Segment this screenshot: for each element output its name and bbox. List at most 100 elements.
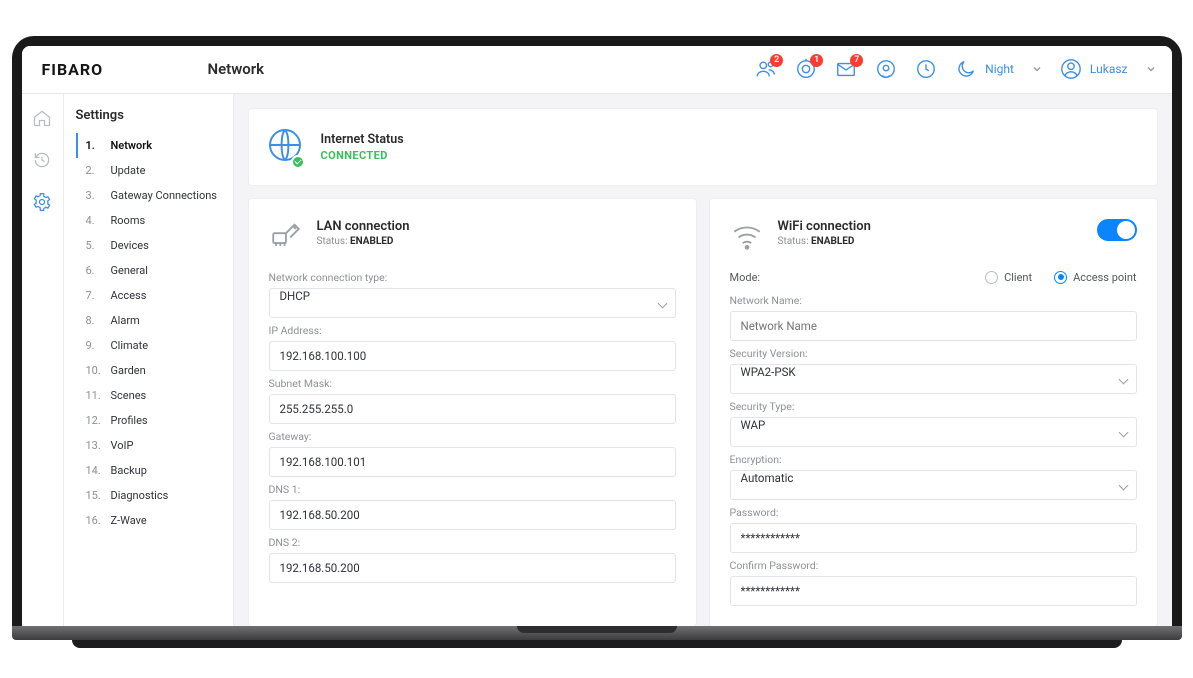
mail-badge: 7 <box>850 54 863 67</box>
wifi-cpw-input[interactable] <box>730 576 1137 606</box>
sidebar-item-label: Climate <box>111 339 149 352</box>
sidebar-item-profiles[interactable]: 12.Profiles <box>76 408 223 433</box>
lan-card: LAN connection Status: ENABLED Network c… <box>248 198 697 626</box>
sidebar-item-num: 3. <box>86 189 104 202</box>
sidebar-item-num: 9. <box>86 339 104 352</box>
status-check-icon <box>291 155 305 169</box>
sidebar-item-z-wave[interactable]: 16. Z-Wave <box>76 508 223 533</box>
laptop-base <box>12 626 1182 640</box>
wifi-enc-label: Encryption: <box>730 453 1137 466</box>
wifi-sectype-select[interactable]: WAP <box>730 417 1137 447</box>
lan-conn-type-label: Network connection type: <box>269 271 676 284</box>
bell-icon[interactable] <box>875 58 897 80</box>
sidebar-item-rooms[interactable]: 4.Rooms <box>76 208 223 233</box>
lan-ip-label: IP Address: <box>269 324 676 337</box>
lan-dns2-input[interactable] <box>269 553 676 583</box>
sidebar-item-alarm[interactable]: 8.Alarm <box>76 308 223 333</box>
sidebar-item-num: 2. <box>86 164 104 177</box>
wifi-name-input[interactable] <box>730 311 1137 341</box>
night-mode-icon[interactable] <box>955 58 977 80</box>
sidebar-item-garden[interactable]: 10. Garden <box>76 358 223 383</box>
users-icon[interactable]: 2 <box>755 58 777 80</box>
mail-icon[interactable]: 7 <box>835 58 857 80</box>
screen: FIBARO Network 2 1 7 Night <box>22 46 1172 626</box>
icon-rail <box>22 94 64 626</box>
sidebar-item-access[interactable]: 7.Access <box>76 283 223 308</box>
sidebar-item-num: 14. <box>86 464 104 477</box>
wifi-secver-label: Security Version: <box>730 347 1137 360</box>
lan-ip-input[interactable] <box>269 341 676 371</box>
lan-gw-input[interactable] <box>269 447 676 477</box>
laptop-foot <box>72 640 1122 648</box>
sidebar-item-network[interactable]: 1. Network <box>76 133 223 158</box>
user-chevron-icon[interactable] <box>1146 64 1156 74</box>
wifi-sectype-label: Security Type: <box>730 400 1137 413</box>
sidebar-item-num: 10. <box>86 364 104 377</box>
sidebar-item-num: 6. <box>86 264 104 277</box>
night-chevron-icon[interactable] <box>1032 64 1042 74</box>
rail-history-icon[interactable] <box>32 150 52 170</box>
lan-conn-type-select[interactable]: DHCP <box>269 288 676 318</box>
wifi-mode-ap-radio[interactable]: Access point <box>1054 271 1136 284</box>
lan-status-value: ENABLED <box>350 236 393 247</box>
sidebar-list: 1. Network 2. Update 3. Gateway Connections 4.… <box>76 133 223 533</box>
sidebar-item-num: 12. <box>86 414 104 427</box>
sidebar-item-num: 5. <box>86 239 104 252</box>
clock-icon[interactable] <box>915 58 937 80</box>
wifi-mode-client-radio[interactable]: Client <box>985 271 1032 284</box>
sidebar-item-num: 4. <box>86 214 104 227</box>
sidebar-item-label: Update <box>111 164 146 177</box>
wifi-pw-label: Password: <box>730 506 1137 519</box>
lan-dns1-input[interactable] <box>269 500 676 530</box>
sidebar-item-num: 7. <box>86 289 104 302</box>
sidebar-item-num: 13. <box>86 439 104 452</box>
sidebar-item-label: Network <box>111 139 153 152</box>
wifi-enc-select[interactable]: Automatic <box>730 470 1137 500</box>
sidebar-item-label: Scenes <box>111 389 147 402</box>
lan-gw-label: Gateway: <box>269 430 676 443</box>
sidebar-item-update[interactable]: 2. Update <box>76 158 223 183</box>
sidebar-item-climate[interactable]: 9. Climate <box>76 333 223 358</box>
lan-dns1-label: DNS 1: <box>269 483 676 496</box>
wifi-toggle[interactable] <box>1097 219 1137 241</box>
sidebar-item-label: VoIP <box>111 439 134 452</box>
wifi-icon <box>730 219 764 257</box>
sidebar-item-label: General <box>111 264 148 277</box>
user-avatar-icon[interactable] <box>1060 58 1082 80</box>
header-icons: 2 1 7 Night Lukasz <box>755 58 1155 80</box>
alarm-icon[interactable]: 1 <box>795 58 817 80</box>
alarm-badge: 1 <box>810 54 823 67</box>
wifi-pw-input[interactable] <box>730 523 1137 553</box>
sidebar-item-diagnostics[interactable]: 15. Diagnostics <box>76 483 223 508</box>
sidebar-item-label: Diagnostics <box>111 489 169 502</box>
sidebar-item-label: Devices <box>111 239 149 252</box>
sidebar-item-devices[interactable]: 5. Devices <box>76 233 223 258</box>
screen-bezel: FIBARO Network 2 1 7 Night <box>12 36 1182 626</box>
globe-icon <box>267 127 303 167</box>
lan-mask-input[interactable] <box>269 394 676 424</box>
sidebar-item-backup[interactable]: 14.Backup <box>76 458 223 483</box>
sidebar-item-gateway-connections[interactable]: 3. Gateway Connections <box>76 183 223 208</box>
sidebar-item-scenes[interactable]: 11.Scenes <box>76 383 223 408</box>
sidebar-item-num: 16. <box>86 514 104 527</box>
ethernet-icon <box>269 219 303 257</box>
sidebar-item-voip[interactable]: 13. VoIP <box>76 433 223 458</box>
sidebar-item-label: Alarm <box>111 314 140 327</box>
sidebar-title: Settings <box>76 108 223 123</box>
sidebar-item-general[interactable]: 6. General <box>76 258 223 283</box>
sidebar-item-num: 15. <box>86 489 104 502</box>
wifi-card: WiFi connection Status: ENABLED Mode: Cl… <box>709 198 1158 626</box>
wifi-secver-select[interactable]: WPA2-PSK <box>730 364 1137 394</box>
internet-status-card: Internet Status CONNECTED <box>248 108 1158 186</box>
lan-title: LAN connection <box>317 219 410 234</box>
rail-home-icon[interactable] <box>32 108 52 128</box>
internet-status-state: CONNECTED <box>321 149 404 162</box>
lan-dns2-label: DNS 2: <box>269 536 676 549</box>
wifi-name-label: Network Name: <box>730 294 1137 307</box>
sidebar-item-label: Garden <box>111 364 146 377</box>
sidebar-item-label: Z-Wave <box>111 514 147 527</box>
wifi-cpw-label: Confirm Password: <box>730 559 1137 572</box>
sidebar-item-num: 1. <box>86 139 104 152</box>
rail-settings-icon[interactable] <box>32 192 52 212</box>
sidebar-item-label: Gateway Connections <box>111 189 217 202</box>
